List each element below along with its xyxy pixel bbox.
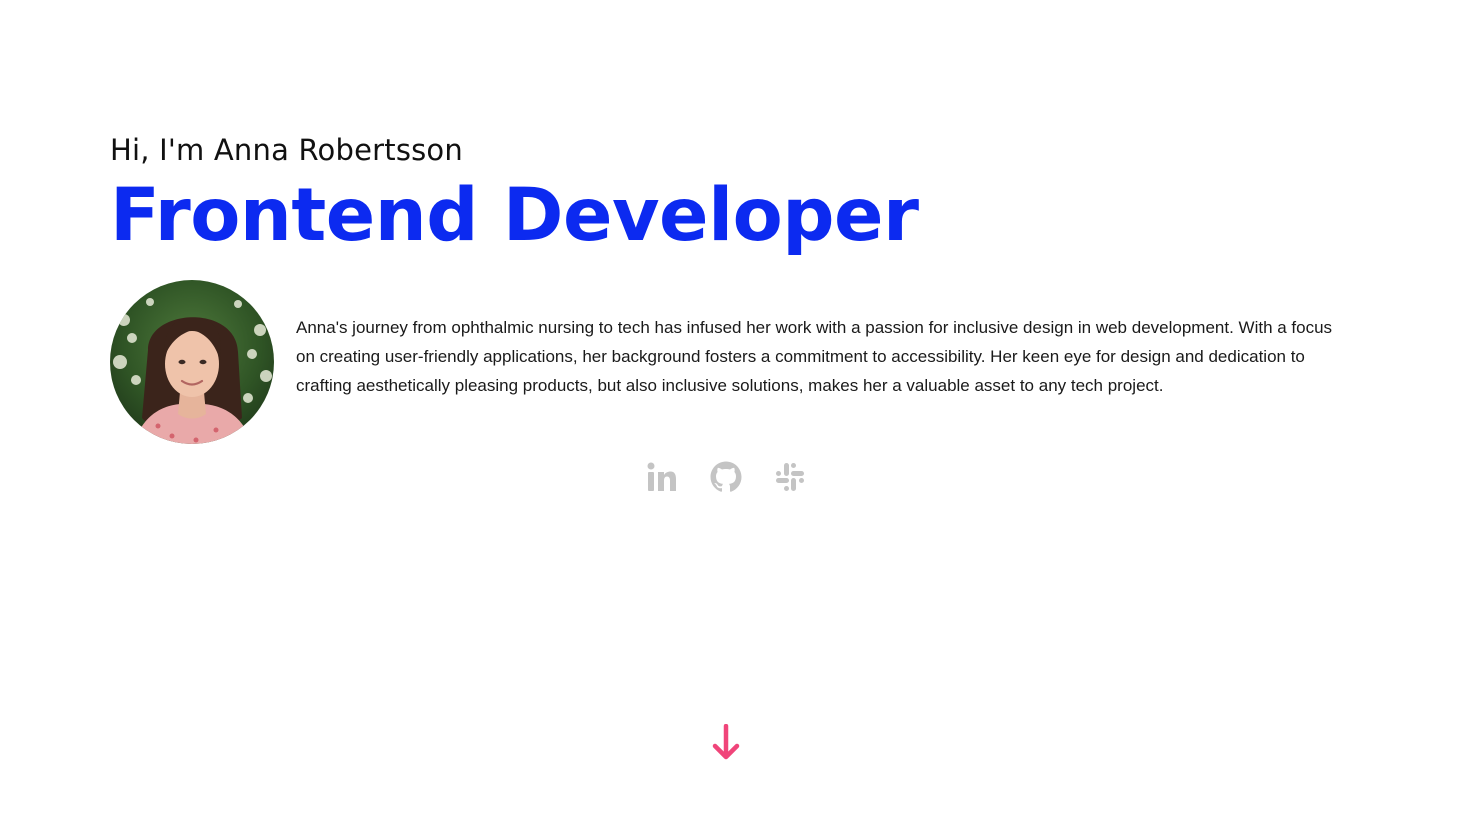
avatar xyxy=(110,280,274,444)
slack-icon xyxy=(775,463,804,491)
hero-section: Hi, I'm Anna Robertsson Frontend Develop… xyxy=(110,128,1350,444)
social-links xyxy=(0,460,1451,494)
github-icon xyxy=(710,461,741,492)
linkedin-icon xyxy=(647,462,676,491)
linkedin-link[interactable] xyxy=(645,460,679,494)
bio-text: Anna's journey from ophthalmic nursing t… xyxy=(296,317,1333,395)
role-title: Frontend Developer xyxy=(110,173,919,258)
greeting-heading: Hi, I'm Anna Robertsson xyxy=(110,133,463,167)
scroll-down-button[interactable] xyxy=(711,723,741,762)
github-link[interactable] xyxy=(709,460,743,494)
arrow-down-icon xyxy=(712,723,740,760)
about-block: Anna's journey from ophthalmic nursing t… xyxy=(110,280,1350,444)
slack-link[interactable] xyxy=(773,460,807,494)
